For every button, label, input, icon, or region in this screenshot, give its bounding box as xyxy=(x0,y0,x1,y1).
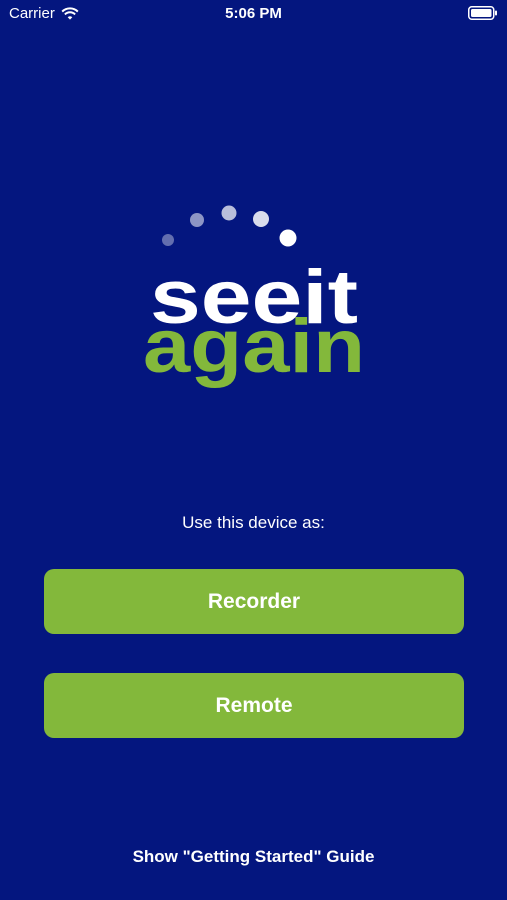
battery-icon xyxy=(468,6,497,20)
status-bar: Carrier 5:06 PM xyxy=(0,0,507,28)
recorder-button[interactable]: Recorder xyxy=(44,569,464,634)
remote-button[interactable]: Remote xyxy=(44,673,464,738)
device-role-prompt: Use this device as: xyxy=(182,513,325,532)
seeit-again-logo: seeit again xyxy=(138,200,370,395)
status-time: 5:06 PM xyxy=(225,5,282,22)
getting-started-guide-link[interactable]: Show "Getting Started" Guide xyxy=(0,846,507,868)
logo-text-again: again xyxy=(143,304,365,389)
logo-dots xyxy=(162,205,297,247)
